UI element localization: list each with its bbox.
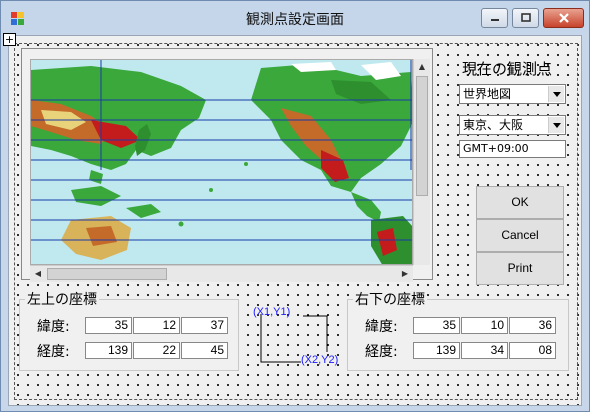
map-panel: ▲ ◀ ▶ bbox=[21, 48, 433, 282]
top-left-lat-min[interactable]: 12 bbox=[133, 317, 180, 334]
app-window: 観測点設定画面 + ▲ ◀ ▶ 現在の観測点 世界地図 東京、大阪 GMT+09… bbox=[0, 0, 590, 412]
move-handle-icon[interactable]: + bbox=[3, 33, 16, 46]
bottom-right-lat-deg[interactable]: 35 bbox=[413, 317, 460, 334]
timezone-field[interactable]: GMT+09:00 bbox=[459, 140, 566, 158]
close-icon bbox=[558, 13, 569, 23]
scroll-left-icon[interactable]: ◀ bbox=[30, 266, 46, 282]
bottom-right-lat-min[interactable]: 10 bbox=[461, 317, 508, 334]
minimize-button[interactable] bbox=[481, 8, 508, 28]
bottom-right-lon-min[interactable]: 34 bbox=[461, 342, 508, 359]
top-left-lon-deg[interactable]: 139 bbox=[85, 342, 132, 359]
map-select-value: 世界地図 bbox=[463, 87, 512, 101]
vertical-scroll-thumb[interactable] bbox=[416, 76, 428, 196]
map-horizontal-scrollbar[interactable]: ◀ ▶ bbox=[30, 265, 413, 282]
chevron-down-icon[interactable] bbox=[548, 117, 564, 133]
maximize-button[interactable] bbox=[512, 8, 539, 28]
latitude-label: 緯度: bbox=[365, 319, 398, 335]
diagram-point-1: (X1,Y1) bbox=[253, 306, 291, 318]
top-left-lat-deg[interactable]: 35 bbox=[85, 317, 132, 334]
minimize-icon bbox=[490, 19, 499, 21]
map-vertical-scrollbar[interactable]: ▲ bbox=[413, 59, 430, 265]
place-select[interactable]: 東京、大阪 bbox=[459, 115, 566, 135]
top-left-lat-sec[interactable]: 37 bbox=[181, 317, 228, 334]
bottom-right-lon-deg[interactable]: 139 bbox=[413, 342, 460, 359]
top-left-coords-group: 左上の座標 緯度: 35 12 37 経度: 139 22 45 bbox=[19, 289, 239, 371]
scroll-up-icon[interactable]: ▲ bbox=[414, 59, 430, 75]
title-bar[interactable]: 観測点設定画面 bbox=[1, 1, 589, 33]
cancel-button[interactable]: Cancel bbox=[476, 219, 564, 252]
chevron-down-icon[interactable] bbox=[548, 86, 564, 102]
current-station-title: 現在の観測点 bbox=[462, 60, 553, 78]
ok-button[interactable]: OK bbox=[476, 186, 564, 219]
longitude-label: 経度: bbox=[37, 344, 70, 360]
top-left-lon-sec[interactable]: 45 bbox=[181, 342, 228, 359]
world-map[interactable] bbox=[30, 59, 413, 265]
world-map-image bbox=[31, 60, 412, 264]
longitude-label: 経度: bbox=[365, 344, 398, 360]
scroll-right-icon[interactable]: ▶ bbox=[397, 266, 413, 282]
maximize-icon bbox=[520, 13, 531, 22]
latitude-label: 緯度: bbox=[37, 319, 70, 335]
bottom-right-coords-title: 右下の座標 bbox=[353, 289, 427, 309]
bottom-right-coords-group: 右下の座標 緯度: 35 10 36 経度: 139 34 08 bbox=[347, 289, 569, 371]
top-left-lon-min[interactable]: 22 bbox=[133, 342, 180, 359]
top-left-coords-title: 左上の座標 bbox=[25, 289, 99, 309]
horizontal-scroll-thumb[interactable] bbox=[47, 268, 167, 280]
diagram-point-2: (X2,Y2) bbox=[301, 354, 339, 366]
form-designer-surface: + ▲ ◀ ▶ 現在の観測点 世界地図 東京、大阪 GMT+09:00 OK C… bbox=[3, 33, 582, 406]
place-select-value: 東京、大阪 bbox=[463, 118, 524, 132]
map-select[interactable]: 世界地図 bbox=[459, 84, 566, 104]
print-button[interactable]: Print bbox=[476, 252, 564, 285]
close-button[interactable] bbox=[543, 8, 584, 28]
bottom-right-lat-sec[interactable]: 36 bbox=[509, 317, 556, 334]
coords-diagram: (X1,Y1) (X2,Y2) bbox=[249, 302, 339, 368]
bottom-right-lon-sec[interactable]: 08 bbox=[509, 342, 556, 359]
